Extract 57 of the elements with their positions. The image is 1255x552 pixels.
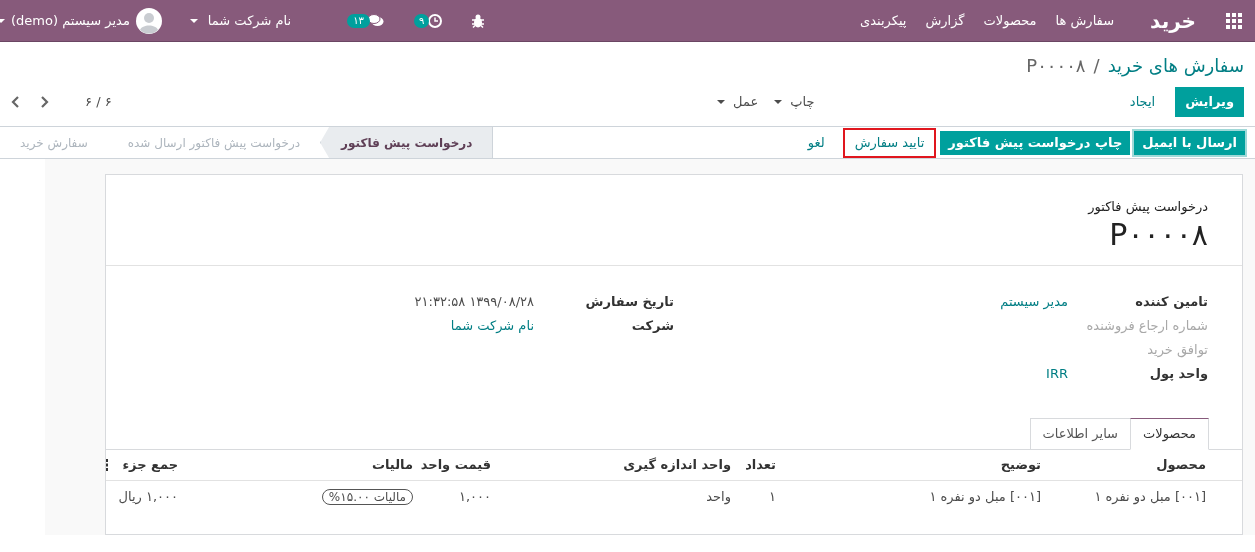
table-cell: ۱,۰۰۰ ریال [108,480,178,513]
menu-item[interactable]: سفارش ها [1055,10,1115,31]
record-name: P۰۰۰۰۸ [1108,216,1208,253]
apps-menu-icon[interactable] [1226,12,1242,29]
dropdown-button[interactable]: عمل [717,87,759,117]
table-cell: [۰۰۱] مبل دو نفره ۱ [776,480,1041,513]
clock-icon [428,13,443,28]
menu-item[interactable]: پیکربندی [860,10,907,31]
record-title: P۰۰۰۰۸ [1026,54,1086,78]
user-menu[interactable]: مدیر سیستم (demo) [0,7,162,34]
field-value: ۱۳۹۹/۰۸/۲۸ ۲۱:۳۲:۵۸ [414,292,534,311]
messages-button[interactable]: ۱۳ [347,13,384,28]
column-header[interactable]: واحد اندازه گیری [491,449,731,481]
breadcrumb-separator: / [1093,54,1100,78]
previous-page-icon[interactable] [11,96,19,108]
app-title[interactable]: خرید [1150,5,1196,36]
field-value[interactable]: نام شرکت شما [450,315,534,336]
avatar-icon [135,7,162,34]
form-tab[interactable]: محصولات [1130,417,1209,450]
field-label: واحد پول [1148,364,1208,383]
column-header[interactable]: مالیات [178,449,413,481]
table-cell: واحد [491,480,731,513]
table-cell: ۱ [731,480,776,513]
column-header[interactable]: قیمت واحد [413,449,491,481]
dropdown-button[interactable]: چاپ [774,87,815,117]
field-label: تامین کننده [1134,292,1208,311]
pager-value: ۶ / ۶ [85,93,112,112]
form-tab[interactable]: سایر اطلاعات [1029,417,1130,450]
bug-icon[interactable] [472,13,485,28]
column-header[interactable]: تعداد [731,449,776,481]
column-header[interactable]: توضیح [776,449,1041,481]
field-label: توافق خرید [1146,340,1208,360]
field-value[interactable]: مدیر سیستم [1000,291,1068,312]
messages-count-badge: ۱۳ [347,13,370,28]
activities-count-badge: ۹ [413,13,430,28]
activities-button[interactable]: ۹ [413,13,443,28]
next-page-icon[interactable] [41,96,49,108]
breadcrumb-link[interactable]: سفارش های خرید [1107,52,1244,79]
column-header[interactable]: جمع جزء [108,449,178,481]
action-button[interactable]: ارسال با ایمیل [1134,130,1245,155]
status-stage[interactable]: درخواست پیش فاکتور [320,127,494,158]
table-cell: ۱,۰۰۰ [413,480,491,513]
create-button[interactable]: ایجاد [1119,87,1166,117]
action-button[interactable]: تایید سفارش [842,127,937,158]
menu-item[interactable]: محصولات [983,10,1037,31]
action-button[interactable]: چاپ درخواست پیش فاکتور [940,130,1131,155]
menu-item[interactable]: گزارش [925,10,965,31]
field-value[interactable]: IRR [1046,363,1068,384]
field-label: شرکت [630,316,674,335]
cancel-button[interactable]: لغو [799,130,833,155]
edit-button[interactable]: ویرایش [1175,87,1244,117]
form-subtitle: درخواست پیش فاکتور [1086,198,1208,217]
table-cell: [۰۰۱] مبل دو نفره ۱ [1041,480,1242,513]
field-label: شماره ارجاع فروشنده [1085,316,1208,336]
company-switcher[interactable]: نام شرکت شما [189,10,292,31]
column-header[interactable]: محصول [1041,449,1242,481]
field-label: تاریخ سفارش [584,292,674,311]
